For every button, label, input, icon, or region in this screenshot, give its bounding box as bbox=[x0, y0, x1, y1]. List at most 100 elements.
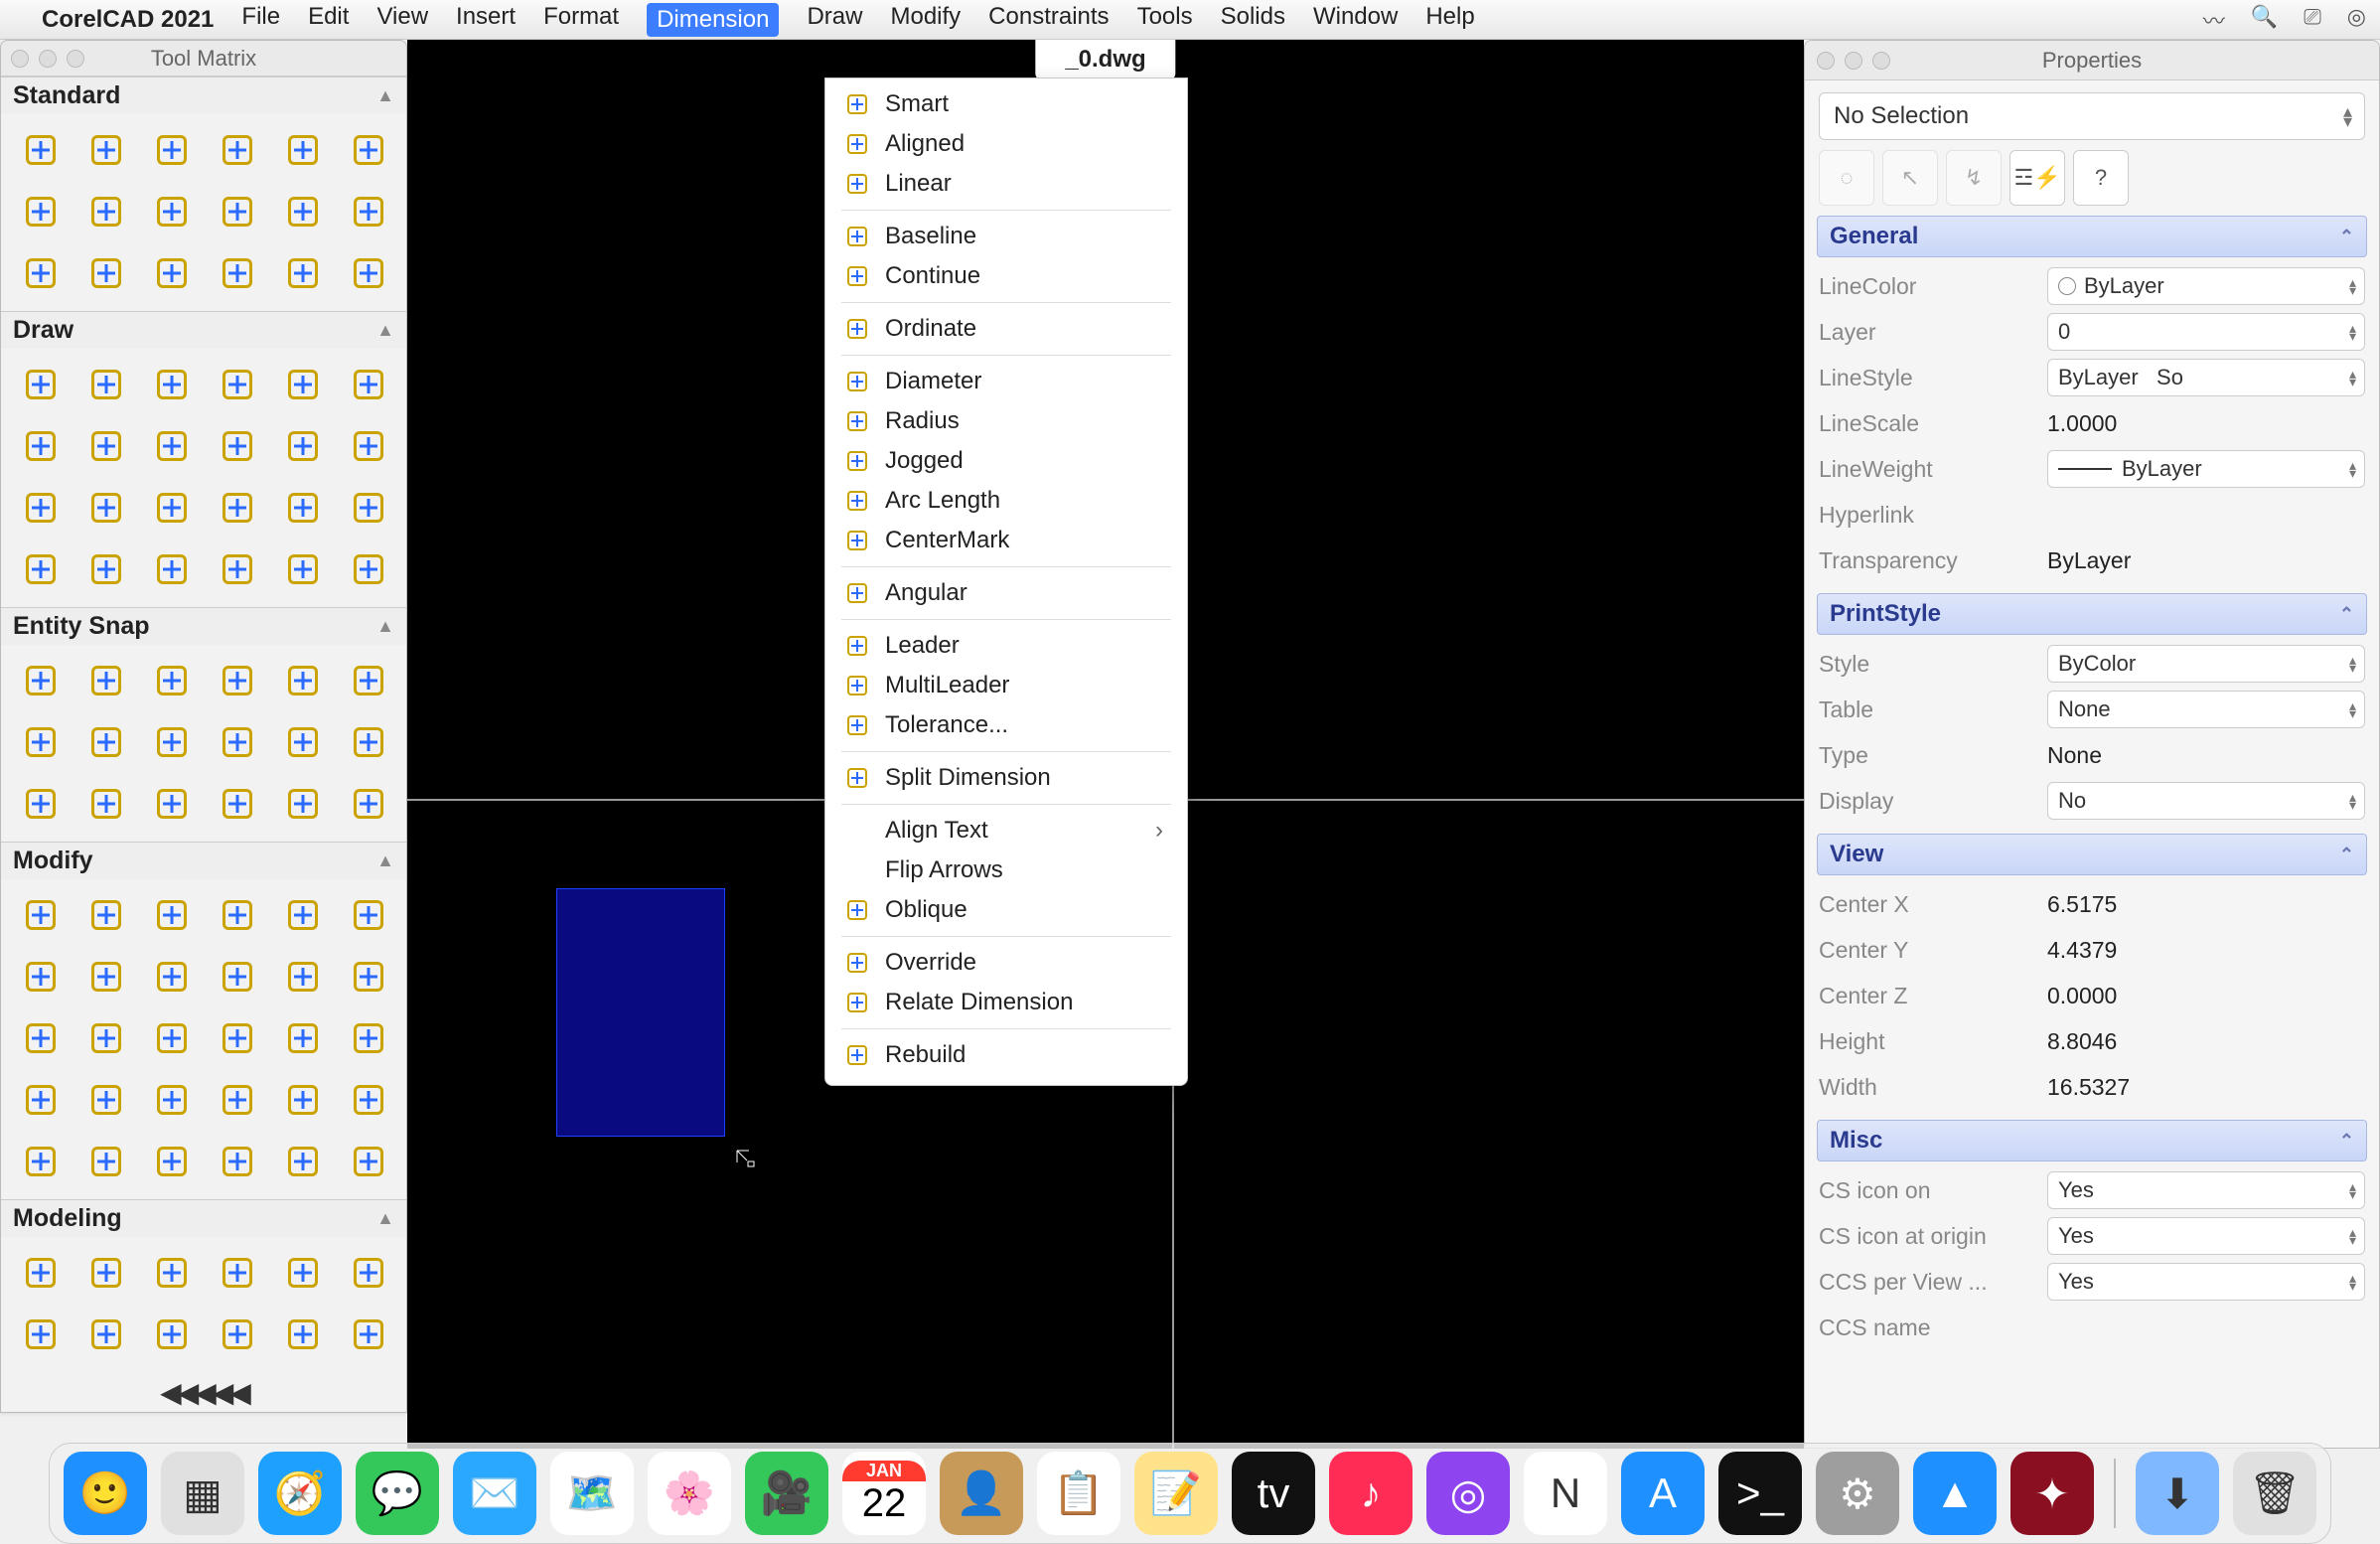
menu-item-continue[interactable]: Continue bbox=[825, 256, 1187, 296]
tool-button[interactable] bbox=[13, 357, 69, 412]
dock-app-tv[interactable]: tv bbox=[1232, 1452, 1315, 1535]
tool-button[interactable] bbox=[13, 1072, 69, 1128]
tool-button[interactable] bbox=[78, 887, 134, 943]
menu-dimension[interactable]: Dimension bbox=[647, 3, 779, 37]
tool-button[interactable] bbox=[13, 480, 69, 536]
tool-button[interactable] bbox=[341, 184, 396, 239]
tool-button[interactable] bbox=[210, 418, 265, 474]
menu-item-smart[interactable]: Smart bbox=[825, 84, 1187, 124]
menu-item-aligned[interactable]: Aligned bbox=[825, 124, 1187, 164]
tool-button[interactable] bbox=[78, 122, 134, 178]
property-value[interactable]: 1.0000 bbox=[2047, 410, 2365, 437]
wifi-icon[interactable]: 〰 bbox=[2203, 4, 2225, 36]
props-group-head[interactable]: PrintStyle⌃ bbox=[1817, 593, 2367, 635]
dock-app-finder[interactable]: 🙂 bbox=[64, 1452, 147, 1535]
menu-window[interactable]: Window bbox=[1313, 3, 1398, 37]
menu-item-radius[interactable]: Radius bbox=[825, 401, 1187, 441]
props-tool-help[interactable]: ? bbox=[2073, 150, 2129, 206]
menu-item-angular[interactable]: Angular bbox=[825, 573, 1187, 613]
dock-app-facetime[interactable]: 🎥 bbox=[745, 1452, 828, 1535]
tool-button[interactable] bbox=[210, 184, 265, 239]
tool-button[interactable] bbox=[78, 245, 134, 301]
tool-button[interactable] bbox=[210, 714, 265, 770]
tool-button[interactable] bbox=[275, 122, 331, 178]
dock-app-safari[interactable]: 🧭 bbox=[258, 1452, 342, 1535]
tool-button[interactable] bbox=[275, 887, 331, 943]
dock-app-appstore[interactable]: A bbox=[1621, 1452, 1705, 1535]
tool-button[interactable] bbox=[210, 1072, 265, 1128]
tool-button[interactable] bbox=[341, 480, 396, 536]
tool-button[interactable] bbox=[210, 1010, 265, 1066]
tool-button[interactable] bbox=[341, 714, 396, 770]
tool-button[interactable] bbox=[13, 245, 69, 301]
property-value[interactable]: ByLayer bbox=[2047, 547, 2365, 574]
tool-button[interactable] bbox=[13, 418, 69, 474]
menu-item-relate-dimension[interactable]: Relate Dimension bbox=[825, 983, 1187, 1022]
tool-button[interactable] bbox=[78, 1072, 134, 1128]
tool-button[interactable] bbox=[210, 357, 265, 412]
dock-app-notes[interactable]: 📝 bbox=[1134, 1452, 1218, 1535]
tool-button[interactable] bbox=[144, 714, 200, 770]
dock-app-podcasts[interactable]: ◎ bbox=[1426, 1452, 1510, 1535]
menu-item-override[interactable]: Override bbox=[825, 943, 1187, 983]
tool-button[interactable] bbox=[275, 418, 331, 474]
tool-button[interactable] bbox=[144, 1134, 200, 1189]
tm-section-head[interactable]: Standard▲ bbox=[1, 77, 406, 114]
menu-item-flip-arrows[interactable]: Flip Arrows bbox=[825, 850, 1187, 890]
tool-button[interactable] bbox=[78, 1010, 134, 1066]
property-select[interactable]: 0▴▾ bbox=[2047, 313, 2365, 351]
menu-item-arc-length[interactable]: Arc Length bbox=[825, 481, 1187, 521]
dock-app-maps[interactable]: 🗺️ bbox=[550, 1452, 634, 1535]
property-select[interactable]: ByColor▴▾ bbox=[2047, 645, 2365, 683]
menu-view[interactable]: View bbox=[376, 3, 428, 37]
control-center-icon[interactable]: ⎚ bbox=[2304, 4, 2321, 36]
tool-button[interactable] bbox=[341, 887, 396, 943]
tool-button[interactable] bbox=[78, 418, 134, 474]
tool-button[interactable] bbox=[144, 418, 200, 474]
property-select[interactable]: Yes▴▾ bbox=[2047, 1217, 2365, 1255]
tool-button[interactable] bbox=[144, 245, 200, 301]
menu-item-tolerance-[interactable]: Tolerance... bbox=[825, 705, 1187, 745]
tool-button[interactable] bbox=[78, 541, 134, 597]
dock-app-corelcad[interactable]: ✦ bbox=[2010, 1452, 2094, 1535]
tool-button[interactable] bbox=[78, 480, 134, 536]
tool-button[interactable] bbox=[78, 949, 134, 1004]
window-traffic-lights[interactable] bbox=[1817, 52, 1890, 70]
tool-button[interactable] bbox=[144, 541, 200, 597]
selection-picker[interactable]: No Selection ▴▾ bbox=[1819, 92, 2365, 140]
tool-button[interactable] bbox=[144, 653, 200, 708]
dock-app-news[interactable]: N bbox=[1524, 1452, 1607, 1535]
property-value[interactable]: 6.5175 bbox=[2047, 891, 2365, 918]
app-name[interactable]: CorelCAD 2021 bbox=[42, 6, 214, 34]
menu-solids[interactable]: Solids bbox=[1221, 3, 1285, 37]
tool-button[interactable] bbox=[144, 1010, 200, 1066]
tool-button[interactable] bbox=[341, 245, 396, 301]
menu-help[interactable]: Help bbox=[1425, 3, 1474, 37]
tool-matrix-titlebar[interactable]: Tool Matrix bbox=[1, 41, 406, 77]
menu-item-linear[interactable]: Linear bbox=[825, 164, 1187, 204]
dock-app-settings[interactable]: ⚙ bbox=[1816, 1452, 1899, 1535]
menu-item-ordinate[interactable]: Ordinate bbox=[825, 309, 1187, 349]
menu-format[interactable]: Format bbox=[543, 3, 619, 37]
property-select[interactable]: ByLayer So▴▾ bbox=[2047, 359, 2365, 396]
siri-icon[interactable]: ◎ bbox=[2347, 4, 2366, 36]
dock-app-photos[interactable]: 🌸 bbox=[648, 1452, 731, 1535]
tool-button[interactable] bbox=[341, 541, 396, 597]
document-tab[interactable]: _0.dwg bbox=[1035, 40, 1175, 79]
tool-button[interactable] bbox=[210, 949, 265, 1004]
tool-button[interactable] bbox=[275, 949, 331, 1004]
tool-button[interactable] bbox=[275, 1134, 331, 1189]
tm-section-head[interactable]: Modify▲ bbox=[1, 842, 406, 879]
tool-button[interactable] bbox=[275, 653, 331, 708]
tool-button[interactable] bbox=[341, 418, 396, 474]
menu-item-leader[interactable]: Leader bbox=[825, 626, 1187, 666]
tool-button[interactable] bbox=[144, 1307, 200, 1362]
menu-draw[interactable]: Draw bbox=[807, 3, 862, 37]
menu-item-multileader[interactable]: MultiLeader bbox=[825, 666, 1187, 705]
tool-button[interactable] bbox=[78, 357, 134, 412]
tm-section-head[interactable]: Entity Snap▲ bbox=[1, 607, 406, 645]
tool-button[interactable] bbox=[13, 1010, 69, 1066]
dock-app-terminal[interactable]: >_ bbox=[1718, 1452, 1802, 1535]
tool-button[interactable] bbox=[78, 1307, 134, 1362]
menu-item-centermark[interactable]: CenterMark bbox=[825, 521, 1187, 560]
